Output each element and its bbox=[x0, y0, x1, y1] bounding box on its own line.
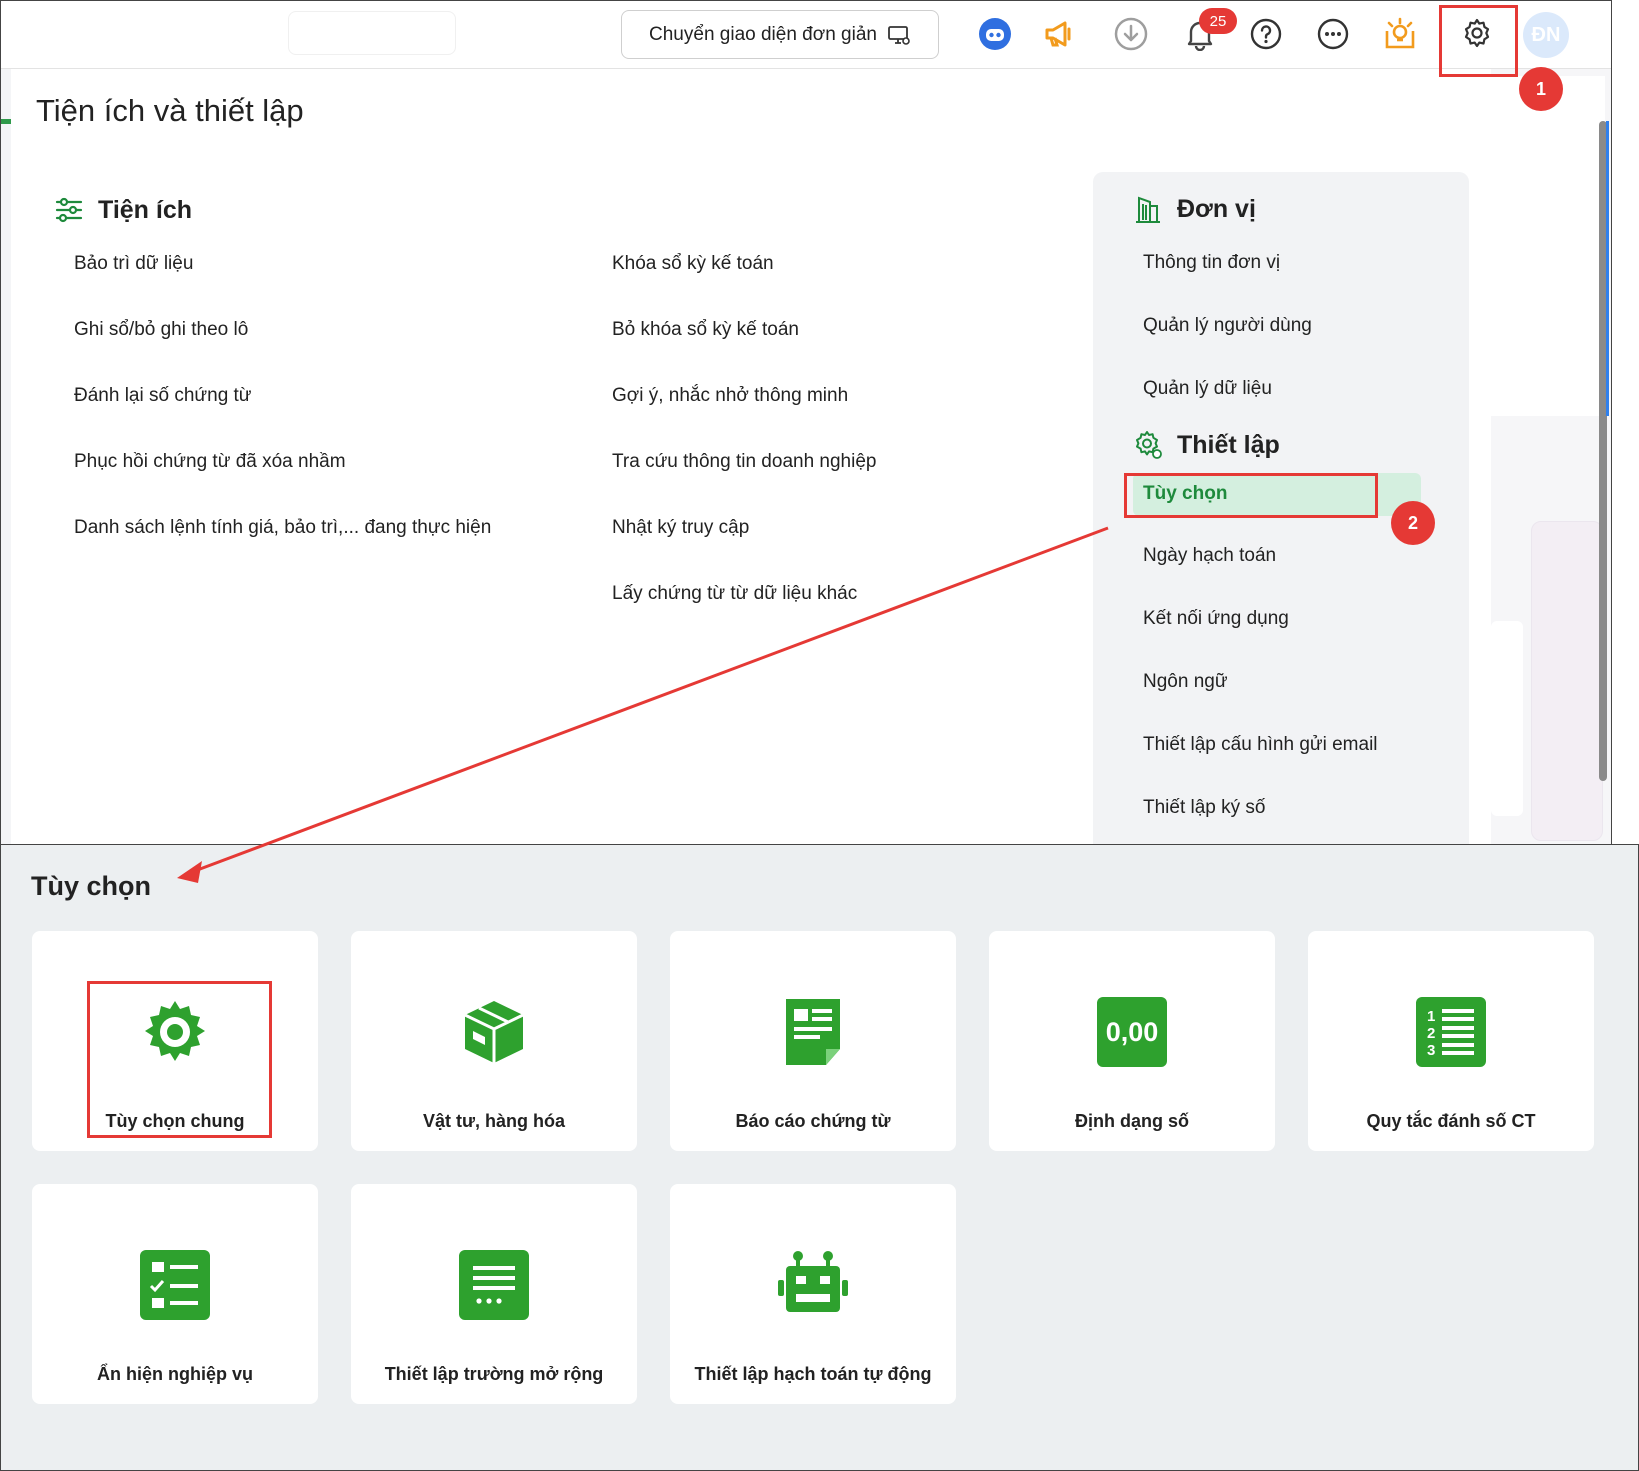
assistant-robot-icon[interactable] bbox=[976, 15, 1014, 53]
util-data-maintenance[interactable]: Bảo trì dữ liệu bbox=[74, 253, 193, 275]
card-show-hide-operations[interactable]: Ẩn hiện nghiệp vụ bbox=[32, 1184, 318, 1404]
top-toolbar: Chuyển giao diện đơn giản 25 ĐN bbox=[1, 1, 1611, 69]
util-import-vouchers[interactable]: Lấy chứng từ từ dữ liệu khác bbox=[612, 583, 857, 605]
monitor-settings-icon bbox=[887, 23, 911, 47]
util-running-jobs[interactable]: Danh sách lệnh tính giá, bảo trì,... đan… bbox=[74, 517, 491, 539]
background-accent-mark bbox=[1, 119, 11, 124]
building-icon bbox=[1133, 194, 1163, 224]
unit-heading: Đơn vị bbox=[1177, 194, 1256, 223]
box-icon bbox=[459, 997, 529, 1067]
svg-text:2: 2 bbox=[1427, 1025, 1435, 1042]
setup-section-header: Thiết lập bbox=[1133, 430, 1280, 460]
settings-gear-highlight bbox=[1439, 5, 1518, 77]
unit-section-header: Đơn vị bbox=[1133, 194, 1256, 224]
user-avatar[interactable]: ĐN bbox=[1523, 12, 1569, 58]
card-materials-goods[interactable]: Vật tư, hàng hóa bbox=[351, 931, 637, 1151]
checklist-icon bbox=[140, 1250, 210, 1320]
numbered-list-icon: 123 bbox=[1416, 997, 1486, 1067]
card-extended-fields[interactable]: Thiết lập trường mở rộng bbox=[351, 1184, 637, 1404]
switch-simple-ui-button[interactable]: Chuyển giao diện đơn giản bbox=[621, 10, 939, 59]
switch-simple-ui-label: Chuyển giao diện đơn giản bbox=[649, 23, 877, 45]
card-number-format-label: Định dạng số bbox=[1075, 1111, 1189, 1131]
background-blue-edge bbox=[1606, 121, 1609, 416]
card-numbering-rules[interactable]: 123 Quy tắc đánh số CT bbox=[1308, 931, 1594, 1151]
sliders-icon bbox=[54, 195, 84, 225]
card-voucher-reports-label: Báo cáo chứng từ bbox=[735, 1111, 891, 1131]
setting-email-config[interactable]: Thiết lập cấu hình gửi email bbox=[1143, 734, 1378, 756]
download-icon[interactable] bbox=[1112, 15, 1150, 53]
setup-heading: Thiết lập bbox=[1177, 430, 1280, 459]
setting-unit-info[interactable]: Thông tin đơn vị bbox=[1143, 252, 1280, 274]
number-format-icon: 0,00 bbox=[1097, 997, 1167, 1067]
number-format-icon-text: 0,00 bbox=[1106, 1017, 1159, 1047]
notification-count-badge: 25 bbox=[1199, 8, 1237, 34]
util-access-log[interactable]: Nhật ký truy cập bbox=[612, 517, 749, 539]
util-batch-posting[interactable]: Ghi sổ/bỏ ghi theo lô bbox=[74, 319, 248, 341]
general-options-highlight bbox=[87, 981, 272, 1138]
util-lock-period[interactable]: Khóa sổ kỳ kế toán bbox=[612, 253, 774, 275]
background-card-inner bbox=[1491, 621, 1523, 816]
faint-placeholder bbox=[288, 11, 456, 55]
svg-text:1: 1 bbox=[1427, 1008, 1435, 1025]
announcement-megaphone-icon[interactable] bbox=[1040, 15, 1078, 53]
step-2-marker: 2 bbox=[1391, 501, 1435, 545]
card-materials-goods-label: Vật tư, hàng hóa bbox=[422, 1111, 566, 1131]
card-extended-fields-label: Thiết lập trường mở rộng bbox=[384, 1364, 604, 1384]
more-options-icon[interactable] bbox=[1314, 15, 1352, 53]
util-company-lookup[interactable]: Tra cứu thông tin doanh nghiệp bbox=[612, 451, 876, 473]
card-number-format[interactable]: 0,00 Định dạng số bbox=[989, 931, 1275, 1151]
settings-cog-icon bbox=[1133, 430, 1163, 460]
ideas-lightbulb-icon[interactable] bbox=[1381, 15, 1419, 53]
card-voucher-reports[interactable]: Báo cáo chứng từ bbox=[670, 931, 956, 1151]
svg-text:3: 3 bbox=[1427, 1042, 1435, 1059]
setting-data-management[interactable]: Quản lý dữ liệu bbox=[1143, 378, 1272, 400]
step-1-marker: 1 bbox=[1519, 67, 1563, 111]
robot-icon bbox=[778, 1250, 848, 1320]
options-title: Tùy chọn bbox=[31, 871, 151, 901]
card-auto-posting-label: Thiết lập hạch toán tự động bbox=[694, 1364, 932, 1384]
options-screen: Tùy chọn Tùy chọn chung Vật tư, hàng hóa… bbox=[0, 844, 1639, 1471]
util-renumber-vouchers[interactable]: Đánh lại số chứng từ bbox=[74, 385, 252, 407]
utilities-section-header: Tiện ích bbox=[54, 195, 192, 225]
util-unlock-period[interactable]: Bỏ khóa sổ kỳ kế toán bbox=[612, 319, 799, 341]
setting-language[interactable]: Ngôn ngữ bbox=[1143, 671, 1228, 693]
setting-posting-date[interactable]: Ngày hạch toán bbox=[1143, 545, 1276, 567]
card-numbering-rules-label: Quy tắc đánh số CT bbox=[1366, 1111, 1536, 1131]
document-icon bbox=[778, 997, 848, 1067]
util-restore-deleted[interactable]: Phục hồi chứng từ đã xóa nhầm bbox=[74, 451, 346, 473]
options-item-highlight bbox=[1124, 473, 1378, 518]
utilities-heading: Tiện ích bbox=[98, 195, 193, 224]
card-auto-posting[interactable]: Thiết lập hạch toán tự động bbox=[670, 1184, 956, 1404]
util-smart-reminders[interactable]: Gợi ý, nhắc nhở thông minh bbox=[612, 385, 848, 407]
card-show-hide-operations-label: Ẩn hiện nghiệp vụ bbox=[97, 1364, 253, 1384]
panel-title: Tiện ích và thiết lập bbox=[36, 93, 304, 128]
utilities-settings-screen: Chuyển giao diện đơn giản 25 ĐN Tiện ích… bbox=[0, 0, 1612, 844]
form-fields-icon bbox=[459, 1250, 529, 1320]
utilities-settings-panel: Tiện ích và thiết lập Tiện ích Bảo trì d… bbox=[11, 69, 1491, 844]
setting-app-connections[interactable]: Kết nối ứng dụng bbox=[1143, 608, 1289, 630]
setting-digital-signature[interactable]: Thiết lập ký số bbox=[1143, 797, 1266, 819]
background-card bbox=[1531, 521, 1603, 841]
background-page-region bbox=[1491, 76, 1605, 416]
setting-user-management[interactable]: Quản lý người dùng bbox=[1143, 315, 1312, 337]
help-icon[interactable] bbox=[1247, 15, 1285, 53]
